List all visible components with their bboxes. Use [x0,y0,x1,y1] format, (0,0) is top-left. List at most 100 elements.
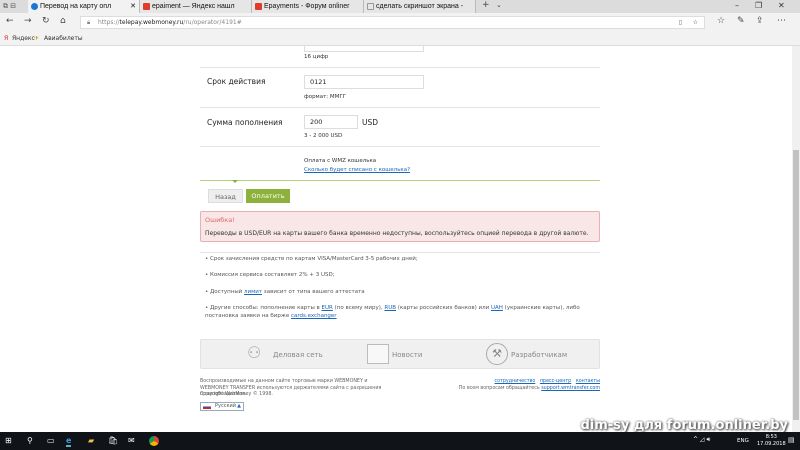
info-bullet: • Комиссия сервиса составляет 2% + 3 USD… [205,272,335,278]
edge-icon[interactable]: e [66,436,72,447]
wallet-text: Оплата с WMZ кошелька [304,158,377,164]
info-bullet: • Срок зачисления средств по картам VISA… [205,256,418,262]
favorite-yandex[interactable]: Яндекс [12,31,35,46]
tab-onliner[interactable]: Epayments - Форум onliner [252,0,364,13]
input-language[interactable]: ENG [737,438,749,444]
minimize-icon[interactable]: – [735,1,739,10]
expiry-label: Срок действия [207,77,266,86]
tab-label: Перевод на карту опл [40,3,112,10]
developer-tools-icon: ⚒ [486,343,508,365]
url-prefix: https:// [98,19,120,26]
language-label: Русский [215,403,236,409]
wallet-fee-link[interactable]: Сколько будет списано с кошелька? [304,167,410,173]
info-text: Комиссия сервиса составляет 2% + 3 USD; [210,272,335,278]
developers-link[interactable]: Разработчикам [511,351,567,359]
date: 17.09.2018 [757,441,786,447]
support-line: По всем вопросам обращайтесь support.wmt… [459,386,600,393]
amount-input[interactable]: 200 [304,115,358,129]
footer-panel: ⚇ Деловая сеть Новости ⚒ Разработчикам [200,339,600,369]
news-icon [367,344,389,364]
notes-icon[interactable]: ✎ [737,16,745,26]
press-center-link[interactable]: пресс-центр [540,379,571,384]
tab-label: сделать скриншот экрана - [376,3,464,10]
error-alert: Ошибка! Переводы в USD/EUR на карты ваше… [200,211,600,242]
close-window-icon[interactable]: ✕ [778,1,785,10]
divider [200,146,600,147]
reading-view-icon[interactable]: ▯ [679,17,682,28]
file-explorer-icon[interactable]: ▰ [88,436,94,445]
pointer-arrow [232,180,238,183]
mail-icon[interactable]: ✉ [128,436,135,445]
expiry-hint: формат: ММГГ [304,94,347,100]
restore-icon[interactable]: ❐ [755,1,762,10]
tab-screenshot[interactable]: сделать скриншот экрана - [364,0,476,13]
favorite-star-icon[interactable]: ☆ [693,17,698,28]
tab-label: Epayments - Форум onliner [264,3,350,10]
cards-exchanger-link[interactable]: cards.exchanger [291,313,337,319]
uah-link[interactable]: UAH [491,305,503,311]
cooperation-link[interactable]: сотрудничество [495,379,536,384]
card-hint: 16 цифр [304,54,329,60]
back-icon[interactable]: ← [6,16,14,26]
info-bullet: • Другие способы: пополнение карты в EUR… [205,305,580,319]
pay-button[interactable]: Оплатить [246,189,290,203]
rub-link[interactable]: RUB [384,305,396,311]
limit-link[interactable]: лимит [244,289,262,295]
divider [200,107,600,108]
tab-perevod[interactable]: Перевод на карту опл ✕ [28,0,140,13]
edge-page-icon [31,3,38,10]
support-text: По всем вопросам обращайтесь [458,386,542,391]
yandex-fav-icon: Я [4,35,9,42]
eur-link[interactable]: EUR [322,305,333,311]
close-tab-icon[interactable]: ✕ [130,0,136,13]
favorites-icon[interactable]: ☆ [717,16,725,26]
page-content: 16 цифр Срок действия 0121 формат: ММГГ … [0,46,792,432]
favorites-bar: Я Яндекс ✈ Авиабилеты [0,31,800,46]
info-text: (карты российских банков) или [396,305,491,311]
windows-start-icon[interactable]: ⊞ [5,436,12,445]
taskbar: ⊞ ⚲ ▭ e ▰ 🛍︎ ✉ ^ ◿ 🔊︎ ENG 8:53 17.09.2018… [0,432,800,450]
amount-label: Сумма пополнения [207,118,283,127]
address-bar[interactable]: 🔒︎ https://telepay.webmoney.ru/ru/operato… [80,16,705,29]
refresh-icon[interactable]: ↻ [42,16,50,26]
tab-bar: ⧉ ⊟ Перевод на карту опл ✕ epaiment — Янд… [0,0,800,13]
language-select[interactable]: Русский ▲ [200,402,244,411]
copyright: Copyright WebMoney © 1998. [200,392,273,397]
notifications-icon[interactable]: ▤ [788,436,795,444]
share-icon[interactable]: ⇪ [756,16,764,26]
chrome-icon[interactable] [149,436,159,446]
tab-list-icon[interactable]: ⌄ [496,1,502,9]
more-icon[interactable]: ⋯ [777,16,786,26]
business-network-link[interactable]: Деловая сеть [273,351,323,359]
favorite-aviabilety[interactable]: Авиабилеты [44,31,83,46]
error-message: Переводы в USD/EUR на карты вашего банка… [205,230,589,237]
footer-links: сотрудничество пресс-центр контакты [495,379,601,386]
tab-actions-icon[interactable]: ⧉ ⊟ [3,2,16,11]
news-link[interactable]: Новости [392,351,422,359]
expiry-input[interactable]: 0121 [304,75,424,89]
business-network-icon: ⚇ [247,343,262,362]
store-icon[interactable]: 🛍︎ [108,436,118,445]
error-title: Ошибка! [205,216,235,224]
search-icon[interactable]: ⚲ [27,436,33,445]
task-view-icon[interactable]: ▭ [47,436,55,445]
card-number-input[interactable] [304,46,424,52]
tray-icons[interactable]: ^ ◿ 🔊︎ [693,436,710,444]
plane-icon: ✈ [34,35,40,42]
support-link[interactable]: support.wmtransfer.com [541,386,600,391]
url-path: /ru/operator/4191# [183,19,242,26]
back-button[interactable]: Назад [208,189,243,203]
tab-yandex[interactable]: epaiment — Яндекс нашл [140,0,252,13]
amount-currency: USD [362,118,379,127]
info-text: Срок зачисления средств по картам VISA/M… [210,256,418,262]
home-icon[interactable]: ⌂ [60,16,66,26]
new-tab-icon[interactable]: + [482,0,490,10]
scrollbar-thumb[interactable] [793,150,799,420]
tab-label: epaiment — Яндекс нашл [152,3,235,10]
info-text: Доступный [210,289,245,295]
contacts-link[interactable]: контакты [576,379,600,384]
info-text: зависит от типа вашего аттестата [262,289,365,295]
forward-icon[interactable]: → [24,16,32,26]
clock[interactable]: 8:53 17.09.2018 [757,434,786,448]
chevron-up-icon: ▲ [237,403,241,409]
